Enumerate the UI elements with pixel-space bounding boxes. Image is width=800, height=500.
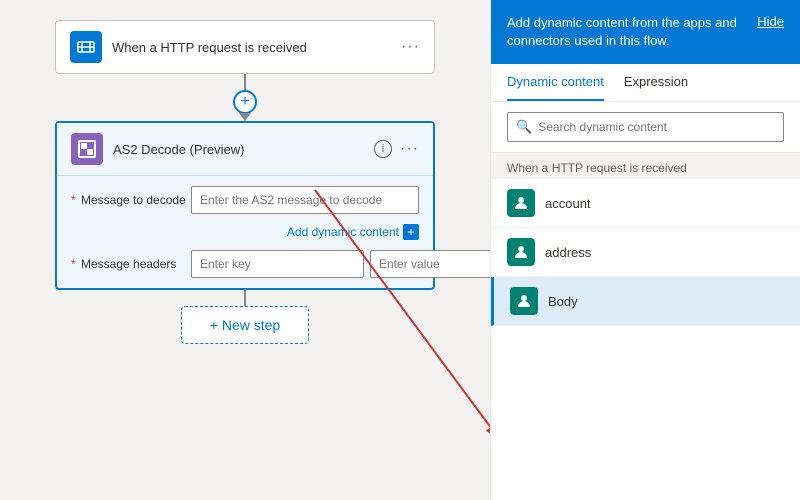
trigger-more-button[interactable]: ··· bbox=[401, 38, 420, 56]
canvas: When a HTTP request is received ··· + AS… bbox=[0, 0, 490, 500]
tab-expression[interactable]: Expression bbox=[624, 64, 688, 101]
action-title: AS2 Decode (Preview) bbox=[113, 142, 374, 157]
action-more-button[interactable]: ··· bbox=[400, 140, 419, 158]
right-panel: Add dynamic content from the apps and co… bbox=[490, 0, 800, 500]
address-svg bbox=[513, 244, 529, 260]
dynamic-item-body[interactable]: Body bbox=[491, 277, 800, 326]
hide-button[interactable]: Hide bbox=[757, 14, 784, 29]
address-icon bbox=[507, 238, 535, 266]
dynamic-item-account[interactable]: account bbox=[491, 179, 800, 228]
message-input[interactable] bbox=[191, 186, 419, 214]
headers-row: * Message headers ⊞ bbox=[71, 250, 419, 278]
new-step-container: + New step bbox=[55, 290, 435, 344]
panel-content: When a HTTP request is received account … bbox=[491, 153, 800, 500]
panel-search: 🔍 bbox=[491, 102, 800, 153]
action-card: AS2 Decode (Preview) i ··· * Message to … bbox=[55, 121, 435, 290]
required-star-2: * bbox=[71, 257, 76, 271]
trigger-title: When a HTTP request is received bbox=[112, 40, 401, 55]
action-card-body: * Message to decode Add dynamic content … bbox=[57, 176, 433, 288]
search-input[interactable] bbox=[538, 120, 775, 134]
decode-icon bbox=[78, 140, 96, 158]
connector-arrow-1 bbox=[239, 113, 251, 121]
add-step-button-1[interactable]: + bbox=[233, 90, 257, 114]
action-card-header: AS2 Decode (Preview) i ··· bbox=[57, 123, 433, 176]
search-icon: 🔍 bbox=[516, 119, 532, 135]
headers-label: * Message headers bbox=[71, 257, 191, 271]
search-box: 🔍 bbox=[507, 112, 784, 142]
key-input[interactable] bbox=[191, 250, 364, 278]
body-label: Body bbox=[548, 294, 578, 309]
account-icon bbox=[507, 189, 535, 217]
panel-tabs: Dynamic content Expression bbox=[491, 64, 800, 102]
trigger-icon bbox=[70, 31, 102, 63]
dynamic-item-address[interactable]: address bbox=[491, 228, 800, 277]
connector-1: + bbox=[55, 74, 435, 121]
new-step-button[interactable]: + New step bbox=[181, 306, 309, 344]
tab-dynamic-content[interactable]: Dynamic content bbox=[507, 64, 604, 101]
body-icon bbox=[510, 287, 538, 315]
dynamic-content-label: Add dynamic content bbox=[287, 225, 399, 239]
account-svg bbox=[513, 195, 529, 211]
message-row: * Message to decode bbox=[71, 186, 419, 214]
message-label: * Message to decode bbox=[71, 193, 191, 207]
trigger-card: When a HTTP request is received ··· bbox=[55, 20, 435, 74]
new-step-line bbox=[244, 290, 246, 306]
account-label: account bbox=[545, 196, 591, 211]
body-svg bbox=[516, 293, 532, 309]
action-icon bbox=[71, 133, 103, 165]
panel-header: Add dynamic content from the apps and co… bbox=[491, 0, 800, 64]
address-label: address bbox=[545, 245, 591, 260]
info-button[interactable]: i bbox=[374, 140, 392, 158]
http-icon bbox=[76, 37, 96, 57]
dynamic-content-link[interactable]: Add dynamic content + bbox=[71, 224, 419, 240]
section-label: When a HTTP request is received bbox=[491, 153, 800, 179]
panel-header-title: Add dynamic content from the apps and co… bbox=[507, 14, 747, 50]
dynamic-plus-icon: + bbox=[403, 224, 419, 240]
connector-line-1 bbox=[244, 74, 246, 90]
required-star-1: * bbox=[71, 193, 76, 207]
